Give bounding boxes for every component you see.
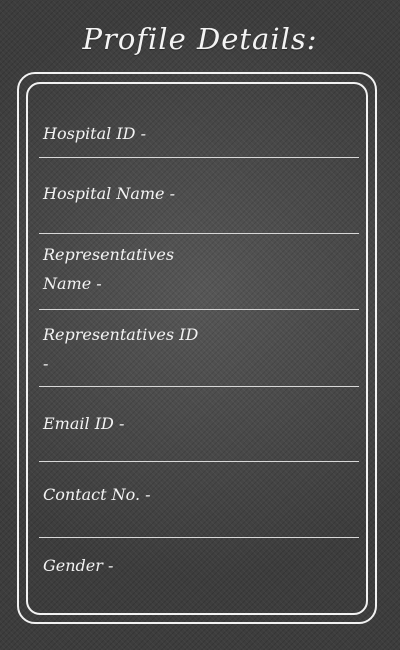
representatives-name-label: Representatives Name - <box>43 245 175 293</box>
divider <box>39 309 359 310</box>
contact-no-label: Contact No. - <box>43 485 151 504</box>
hospital-id-label: Hospital ID - <box>43 124 146 143</box>
representatives-id-label: Representatives ID - <box>43 325 199 373</box>
divider <box>39 157 359 158</box>
gender-label: Gender - <box>43 556 114 575</box>
divider <box>39 537 359 538</box>
page-title: Profile Details: <box>82 22 318 56</box>
divider <box>39 461 359 462</box>
divider <box>39 386 359 387</box>
email-id-label: Email ID - <box>43 414 125 433</box>
divider <box>39 233 359 234</box>
hospital-name-label: Hospital Name - <box>43 184 175 203</box>
